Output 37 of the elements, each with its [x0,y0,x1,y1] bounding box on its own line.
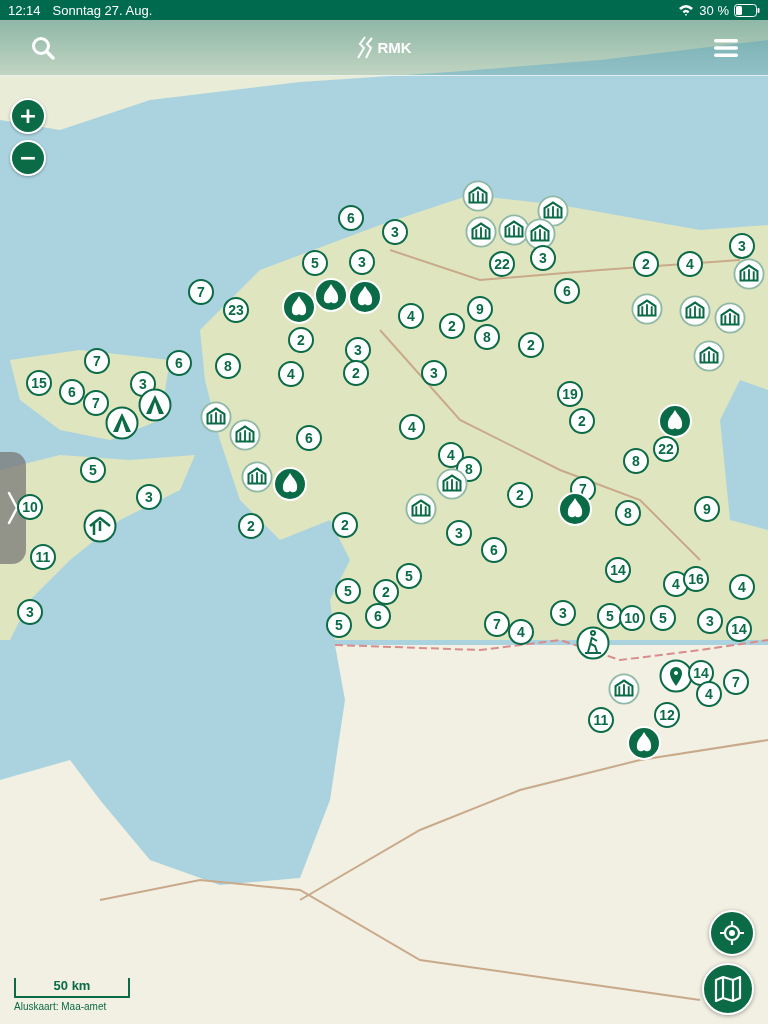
flame-pin-icon[interactable] [658,404,692,438]
battery-percent: 30 % [699,2,729,18]
location-pin-icon[interactable] [659,659,693,693]
hiker-pin-icon[interactable] [576,626,610,660]
hut-pin-icon[interactable] [229,419,261,451]
chevron-right-icon [7,491,19,525]
hut-pin-icon[interactable] [465,216,497,248]
hut-pin-icon[interactable] [679,295,711,327]
flame-pin-icon[interactable] [348,280,382,314]
hut-pin-icon[interactable] [714,302,746,334]
hut-pin-icon[interactable] [405,493,437,525]
status-time: 12:14 [8,2,41,18]
tent-pin-icon[interactable] [105,406,139,440]
flame-pin-icon[interactable] [314,278,348,312]
logo-icon [357,35,376,60]
tent-pin-icon[interactable] [138,388,172,422]
hut-pin-icon[interactable] [200,401,232,433]
hut-pin-icon[interactable] [608,673,640,705]
hut-pin-icon[interactable] [693,340,725,372]
scale-bar: 50 km [14,978,130,998]
hut-pin-icon[interactable] [462,180,494,212]
hut-pin-icon[interactable] [631,293,663,325]
shelter-pin-icon[interactable] [83,509,117,543]
wifi-icon [678,4,695,16]
hut-pin-icon[interactable] [733,258,765,290]
flame-pin-icon[interactable] [627,726,661,760]
flame-pin-icon[interactable] [282,290,316,324]
hut-pin-icon[interactable] [241,461,273,493]
flame-pin-icon[interactable] [273,467,307,501]
crosshair-icon [720,921,744,945]
map-icon [714,976,742,1002]
flame-pin-icon[interactable] [558,492,592,526]
logo-text: RMK [377,39,412,56]
map-attribution: Aluskaart: Maa-amet [14,1001,108,1012]
status-date: Sonntag 27. Aug. [52,2,153,18]
hut-pin-icon[interactable] [524,218,556,250]
battery-icon [734,3,760,17]
